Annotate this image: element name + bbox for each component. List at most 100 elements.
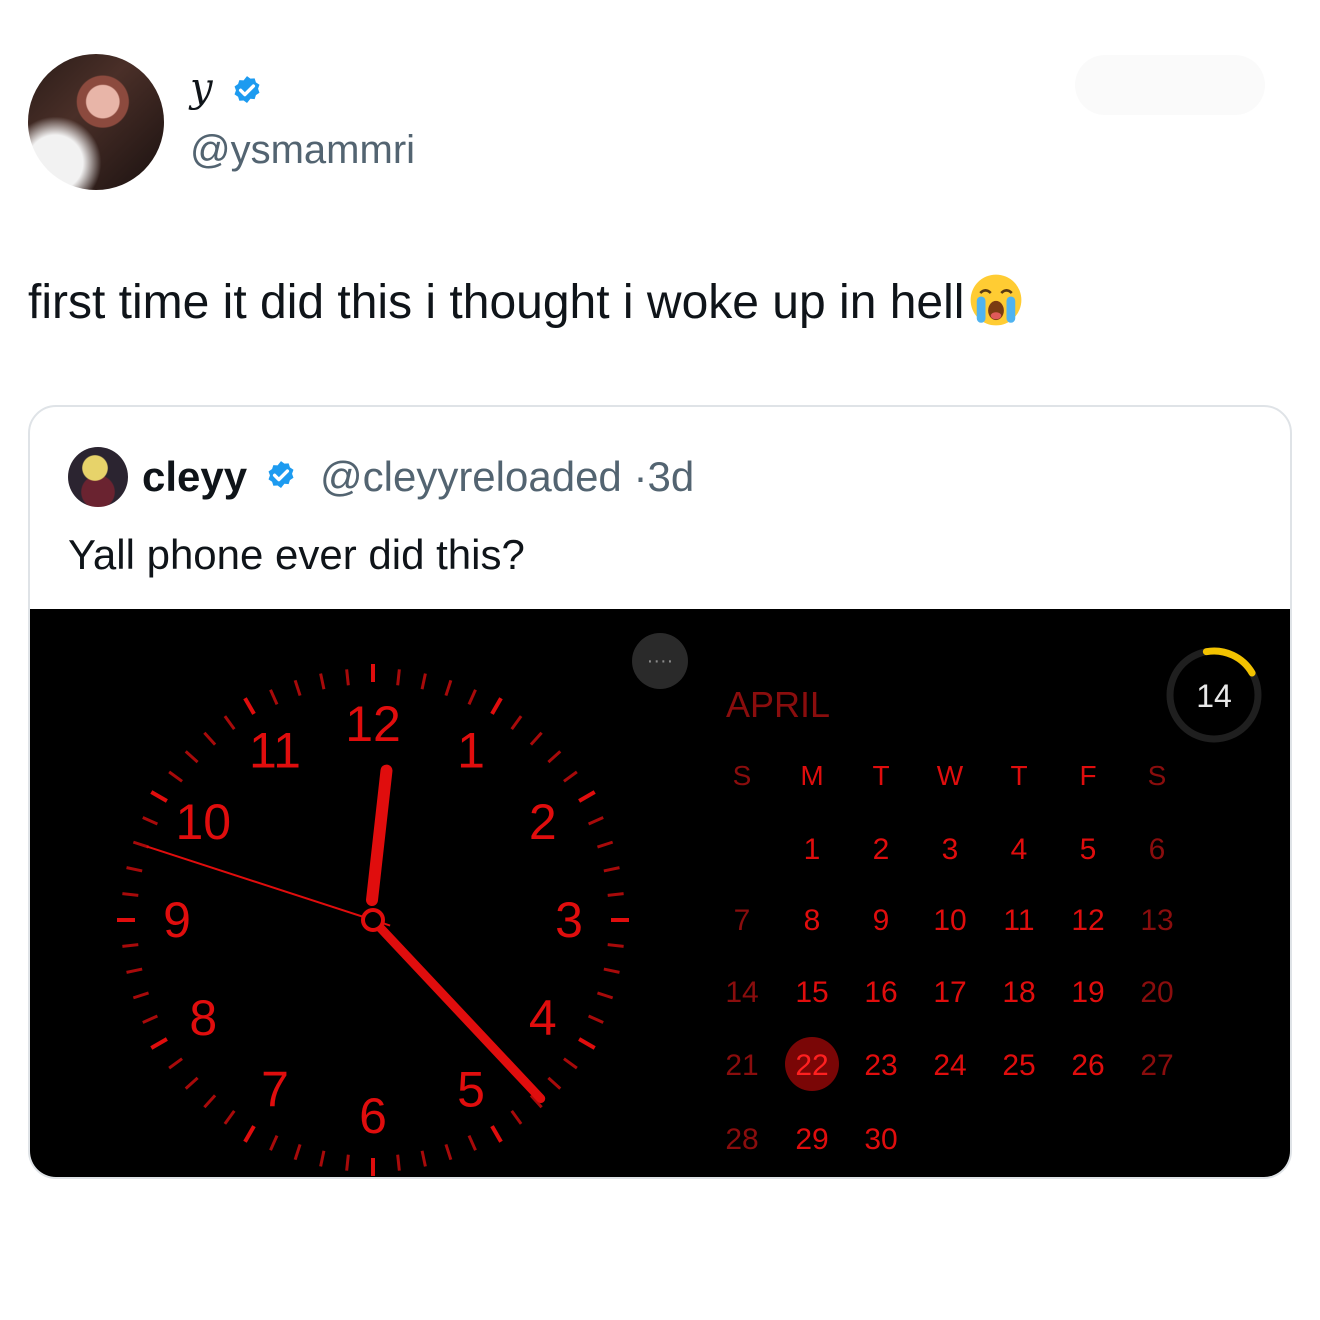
clock-tick [420, 673, 427, 690]
clock-tick [223, 1110, 236, 1125]
calendar-day[interactable]: 6 [1149, 833, 1166, 866]
clock-tick [203, 1094, 217, 1109]
clock-tick [168, 1057, 183, 1070]
clock-tick [578, 790, 596, 803]
clock-tick [396, 1154, 401, 1171]
quoted-media-image[interactable]: 12 1 2 3 4 5 6 7 8 9 10 11 ···· APRIL S M T W T F S 1 2 3 4 5 6 7… [30, 609, 1290, 1177]
clock-tick [293, 1143, 302, 1161]
calendar-day[interactable]: 1 [804, 833, 821, 866]
quoted-author-avatar[interactable] [68, 447, 128, 507]
clock-tick [587, 816, 604, 826]
quoted-tweet-card[interactable]: cleyy @cleyyreloaded ·3d Yall phone ever… [28, 405, 1292, 1179]
calendar-day[interactable]: 16 [864, 976, 897, 1009]
clock-tick [607, 892, 624, 897]
calendar-day[interactable]: 4 [1011, 833, 1028, 866]
clock-numeral: 12 [345, 696, 401, 752]
calendar-day[interactable]: 14 [725, 976, 758, 1009]
clock-tick [126, 866, 143, 873]
clock-tick [490, 1125, 503, 1143]
clock-tick [563, 1057, 578, 1070]
calendar-day[interactable]: 28 [725, 1123, 758, 1156]
calendar-day[interactable]: 15 [795, 976, 828, 1009]
meta-separator: · [633, 453, 648, 500]
clock-tick [269, 689, 279, 706]
calendar-day[interactable]: 3 [942, 833, 959, 866]
calendar-day[interactable]: 25 [1002, 1049, 1035, 1082]
calendar-day[interactable]: 23 [864, 1049, 897, 1082]
clock-tick [596, 840, 614, 849]
calendar-weekday: S [733, 760, 752, 791]
author-avatar[interactable] [28, 54, 164, 190]
clock-tick [467, 1134, 477, 1151]
more-button[interactable]: ···· [632, 633, 688, 689]
quoted-tweet-text: Yall phone ever did this? [68, 531, 525, 578]
clock-tick [563, 770, 578, 783]
quoted-meta: @cleyyreloaded ·3d [320, 451, 694, 503]
clock-tick [132, 840, 150, 849]
author-handle[interactable]: @ysmammri [190, 126, 415, 174]
calendar-weekday: T [1010, 760, 1027, 791]
clock-tick [467, 689, 477, 706]
calendar-day[interactable]: 19 [1071, 976, 1104, 1009]
quoted-age[interactable]: 3d [647, 453, 694, 500]
clock-tick [444, 679, 453, 697]
clock-tick [547, 750, 562, 764]
loudly-crying-face-icon [971, 274, 1022, 326]
calendar-day[interactable]: 5 [1080, 833, 1097, 866]
clock-tick [122, 892, 139, 897]
calendar-day[interactable]: 29 [795, 1123, 828, 1156]
calendar-day[interactable]: 18 [1002, 976, 1035, 1009]
clock-numeral: 10 [175, 794, 231, 850]
calendar-weekday: M [800, 760, 823, 791]
clock-numeral: 11 [249, 722, 301, 778]
clock-tick [490, 697, 503, 715]
calendar-day[interactable]: 26 [1071, 1049, 1104, 1082]
clock-tick [444, 1143, 453, 1161]
clock-tick [345, 669, 350, 686]
author-display-name[interactable]: y [190, 64, 213, 112]
clock-tick [142, 1014, 159, 1024]
calendar-day[interactable]: 8 [804, 904, 821, 937]
clock-numeral: 1 [457, 722, 485, 778]
verified-badge-icon [234, 76, 260, 104]
clock-numeral: 6 [359, 1088, 387, 1144]
calendar-widget: APRILS M T W T F S1 2 3 4 5 67 8 9 10 11 12 1314 15 16 17 18 1… [725, 684, 1173, 1156]
calendar-day[interactable]: 20 [1140, 976, 1173, 1009]
clock-numeral: 2 [529, 794, 557, 850]
clock-hour-hand [366, 764, 393, 906]
clock-numeral: 9 [163, 892, 191, 948]
clock-tick [168, 770, 183, 783]
calendar-day[interactable]: 13 [1140, 904, 1173, 937]
calendar-day[interactable]: 12 [1071, 904, 1104, 937]
clock-tick [587, 1014, 604, 1024]
clock-tick [319, 1150, 326, 1167]
calendar-day[interactable]: 2 [873, 833, 890, 866]
clock-tick [184, 750, 199, 764]
calendar-day[interactable]: 24 [933, 1049, 966, 1082]
clock-tick [578, 1037, 596, 1050]
calendar-day[interactable]: 22 [795, 1049, 828, 1082]
clock-tick [293, 679, 302, 697]
quoted-author-name[interactable]: cleyy [142, 451, 247, 503]
more-dots-icon: ···· [647, 650, 674, 672]
calendar-day[interactable]: 21 [725, 1049, 758, 1082]
clock-numeral: 8 [189, 990, 217, 1046]
clock-tick [142, 816, 159, 826]
calendar-day[interactable]: 7 [734, 904, 751, 937]
calendar-day[interactable]: 11 [1003, 904, 1034, 937]
calendar-day[interactable]: 27 [1140, 1049, 1173, 1082]
tweet-body: first time it did this i thought i woke … [28, 276, 965, 329]
calendar-day[interactable]: 10 [933, 904, 966, 937]
calendar-day[interactable]: 17 [933, 976, 966, 1009]
clock-tick [243, 1125, 256, 1143]
calendar-day[interactable]: 9 [873, 904, 890, 937]
clock-tick [510, 715, 523, 730]
clock-tick [529, 731, 543, 746]
clock-tick [269, 1134, 279, 1151]
calendar-day[interactable]: 30 [864, 1123, 897, 1156]
clock-tick [122, 943, 139, 948]
clock-tick [243, 697, 256, 715]
clock-tick [132, 991, 150, 1000]
quoted-author-handle[interactable]: @cleyyreloaded [320, 453, 622, 500]
clock-tick [223, 715, 236, 730]
